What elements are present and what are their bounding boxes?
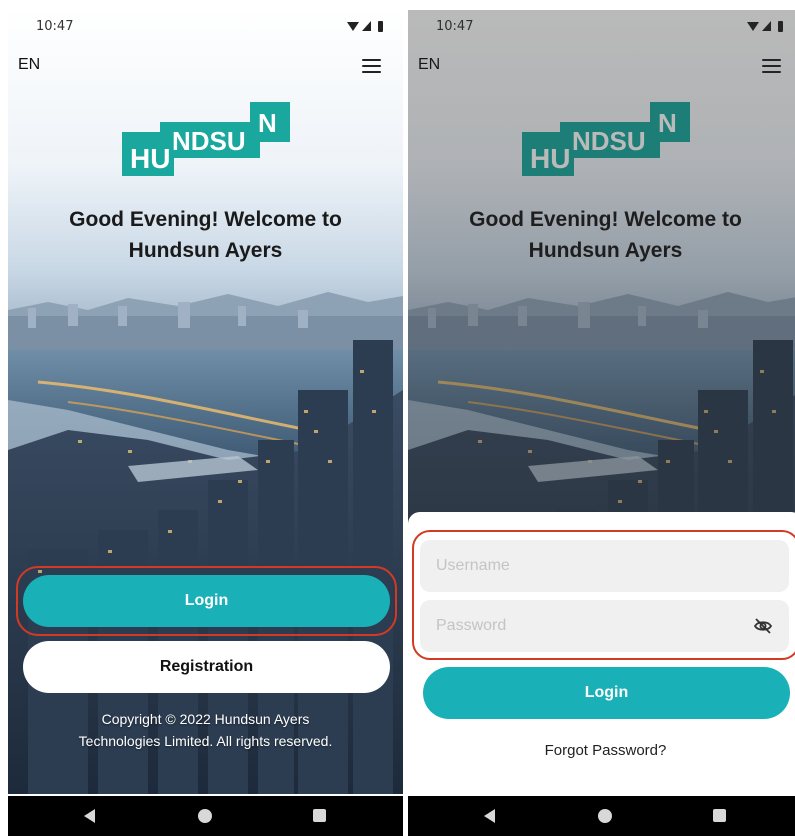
greeting-line-2: Hundsun Ayers	[128, 239, 283, 262]
login-submit-button[interactable]: Login	[423, 667, 790, 719]
copyright-line-2: Technologies Limited. All rights reserve…	[78, 733, 333, 749]
language-selector[interactable]: EN	[18, 56, 40, 74]
copyright-line-1: Copyright © 2022 Hundsun Ayers	[101, 711, 310, 727]
battery-icon	[378, 20, 383, 32]
forgot-password-link[interactable]: Forgot Password?	[408, 742, 795, 759]
system-nav-bar	[8, 796, 403, 836]
greeting-text: Good Evening! Welcome to Hundsun Ayers	[8, 204, 403, 266]
system-nav-bar	[408, 796, 795, 836]
svg-text:HU: HU	[130, 143, 170, 174]
status-icons	[347, 19, 383, 33]
password-input[interactable]	[420, 600, 789, 652]
svg-text:N: N	[258, 108, 277, 138]
eye-off-icon[interactable]	[753, 616, 773, 636]
status-bar: 10:47	[8, 10, 403, 46]
login-sheet-screen: 10:47 EN HU NDSU N Good Evening! Welcome…	[408, 10, 795, 836]
recent-apps-icon[interactable]	[313, 809, 326, 822]
login-bottom-sheet: Login Forgot Password?	[408, 512, 795, 796]
app-bar: EN	[8, 50, 403, 82]
back-icon[interactable]	[484, 809, 495, 823]
registration-button[interactable]: Registration	[23, 641, 390, 693]
login-button[interactable]: Login	[23, 575, 390, 627]
greeting-line-1: Good Evening! Welcome to	[69, 208, 342, 231]
svg-text:NDSU: NDSU	[172, 126, 246, 156]
recent-apps-icon[interactable]	[713, 809, 726, 822]
copyright-text: Copyright © 2022 Hundsun Ayers Technolog…	[8, 708, 403, 752]
home-icon[interactable]	[598, 809, 612, 823]
username-input[interactable]	[420, 540, 789, 592]
hundsun-logo: HU NDSU N	[122, 102, 290, 176]
back-icon[interactable]	[84, 809, 95, 823]
status-time: 10:47	[36, 19, 74, 34]
wifi-icon	[347, 21, 359, 31]
landing-screen: 10:47 EN HU NDSU N Good Evening! Welcome…	[8, 10, 403, 836]
hamburger-menu-icon[interactable]	[362, 59, 381, 73]
signal-icon	[362, 21, 371, 31]
home-icon[interactable]	[198, 809, 212, 823]
